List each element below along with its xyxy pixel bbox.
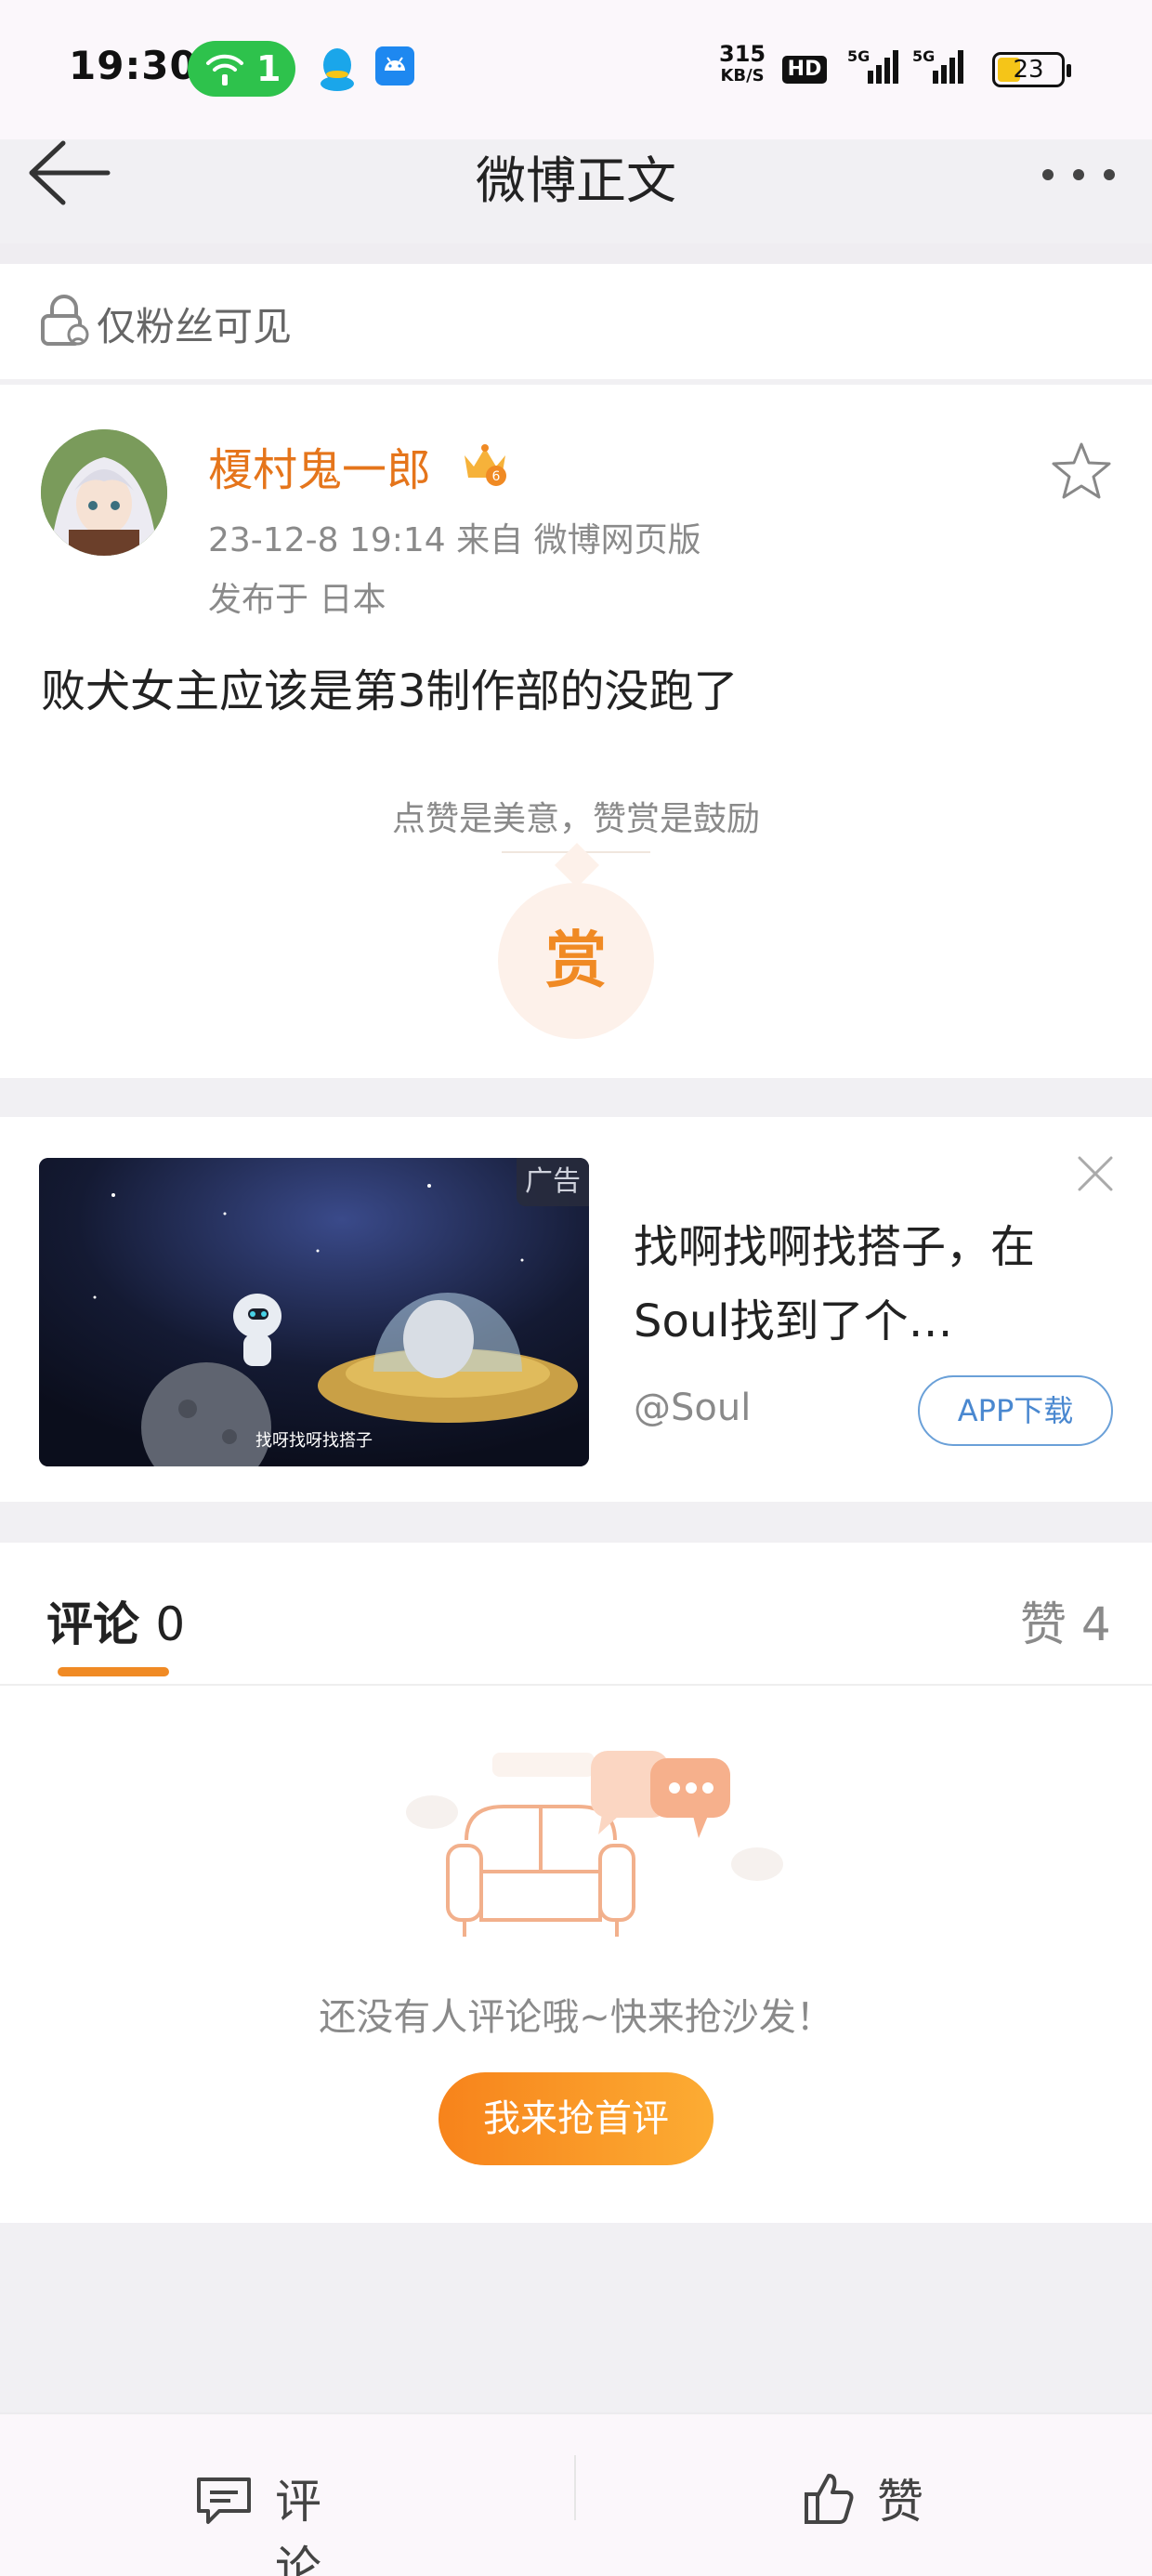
username[interactable]: 榎村鬼一郎 [208,433,431,498]
qq-icon [321,48,354,91]
page-title: 微博正文 [476,151,676,210]
signal-label: 5G [912,47,935,65]
reward-notch [554,842,600,888]
ad-image-caption: 找呀找呀找搭子 [255,1431,373,1451]
battery-level: 23 [1013,56,1044,84]
ad-title[interactable]: 找啊找啊找搭子，在Soul找到了个… [634,1210,1117,1359]
empty-comments-text: 还没有人评论哦~快来抢沙发！ [319,1996,833,2039]
close-icon[interactable] [1074,1152,1117,1195]
comment-count: 0 [155,1597,186,1651]
signal-icon: 5G [847,47,898,84]
comment-icon [197,2477,251,2524]
signal-icon: 5G [912,47,963,84]
thumbs-up-icon [805,2474,854,2524]
post-location: 发布于 日本 [208,581,386,619]
visibility-label: 仅粉丝可见 [97,304,293,349]
wifi-hotspot-pill: 1 [188,41,295,97]
wifi-count: 1 [256,48,281,89]
ad-image[interactable]: 广告 找呀找呀找搭子 [39,1158,589,1466]
bottom-action-bar: 评论 赞 [0,2412,1152,2576]
favorite-star-icon[interactable] [1050,440,1113,502]
post-time-source: 23-12-8 19:14 来自 微博网页版 [208,521,701,559]
tab-divider [0,1684,1152,1686]
reward-button[interactable]: 赏 [498,883,654,1039]
nav-divider [0,243,1152,266]
tab-comments[interactable]: 评论 0 [46,1587,185,1654]
android-app-icon [375,46,414,85]
status-time: 19:30 [69,43,198,88]
tab-comments-label: 评论 [46,1597,139,1651]
speed-value: 315 [719,41,766,67]
speed-unit: KB/S [720,66,765,85]
hd-voice-icon: HD [782,56,827,84]
first-comment-button[interactable]: 我来抢首评 [439,2072,713,2165]
post-card: 榎村鬼一郎 6 23-12-8 19:14 来自 微博网页版 发布于 日本 败犬… [0,385,1152,1078]
ad-space-illustration [39,1158,589,1466]
signal-label: 5G [847,47,870,65]
fans-only-lock-icon [41,295,89,346]
wifi-icon [206,54,243,85]
like-action-label: 赞 [877,2475,923,2529]
battery-icon: 23 [992,52,1071,87]
comments-section: 评论 0 赞 4 还没有人评论哦~快来抢沙发！ 我来抢首评 [0,1543,1152,2223]
bottom-bar-divider [574,2455,576,2520]
tab-likes[interactable]: 赞 4 [1020,1587,1111,1654]
post-text: 败犬女主应该是第3制作部的没跑了 [41,665,739,717]
vip-crown-icon: 6 [465,444,506,486]
reward-hint: 点赞是美意，赞赏是鼓励 [391,800,760,838]
more-options-icon[interactable] [1037,164,1120,186]
avatar[interactable] [41,429,167,556]
ad-account[interactable]: @Soul [634,1387,751,1429]
ad-badge: 广告 [517,1158,589,1206]
comment-action-label: 评论 [275,2475,321,2576]
ad-card[interactable]: 广告 找呀找呀找搭子 找啊找啊找搭子，在Soul找到了个… @Soul APP下… [0,1117,1152,1502]
battery-cap [1067,64,1071,77]
svg-text:6: 6 [492,469,501,484]
visibility-bar: 仅粉丝可见 [0,264,1152,379]
network-speed: 315 KB/S [719,43,766,87]
app-download-button[interactable]: APP下载 [918,1375,1113,1446]
empty-sofa-illustration [406,1751,783,1937]
tab-active-indicator [58,1667,169,1676]
